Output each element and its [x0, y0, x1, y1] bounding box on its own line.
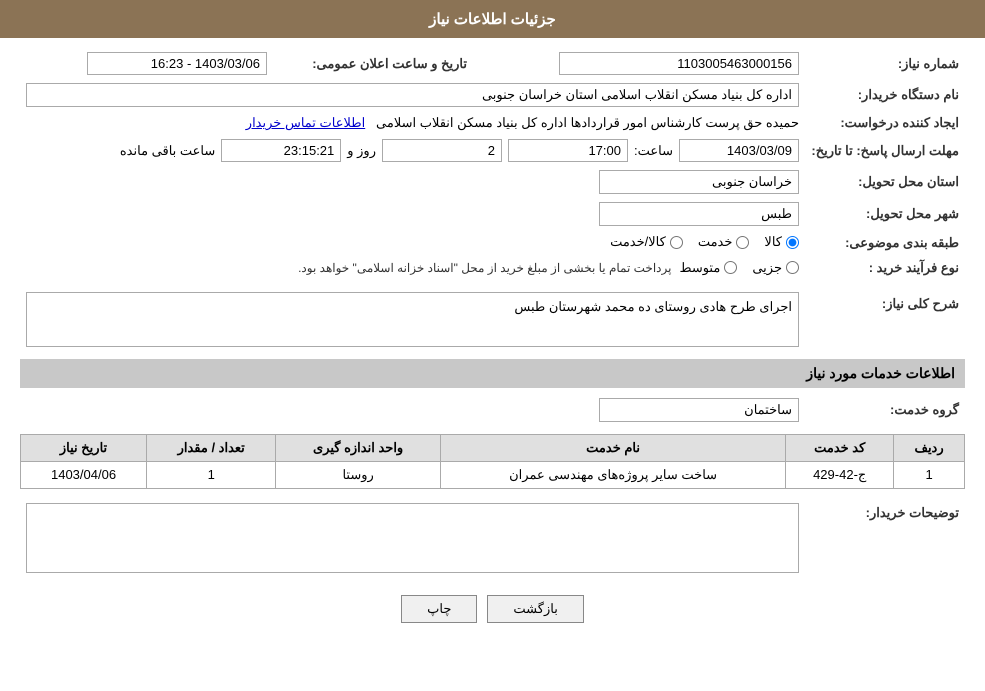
service-group-label: گروه خدمت: — [805, 394, 965, 426]
print-button[interactable]: چاپ — [401, 595, 477, 623]
buyer-org-label: نام دستگاه خریدار: — [805, 79, 965, 111]
need-number-value: 1103005463000156 — [473, 48, 805, 79]
purchase-type-row: جزیی متوسط پرداخت تمام یا بخشی از مبلغ خ… — [20, 256, 805, 280]
category-label-kala-khadamat: کالا/خدمت — [610, 234, 666, 250]
buyer-notes-input[interactable] — [26, 503, 799, 573]
city-label: شهر محل تحویل: — [805, 198, 965, 230]
purchase-label-jozee: جزیی — [752, 260, 782, 276]
province-value: خراسان جنوبی — [20, 166, 805, 198]
creator-label: ایجاد کننده درخواست: — [805, 111, 965, 135]
back-button[interactable]: بازگشت — [487, 595, 583, 623]
purchase-option-jozee: جزیی — [752, 260, 799, 276]
deadline-days: 2 — [382, 139, 502, 162]
service-group-value: ساختمان — [20, 394, 805, 426]
table-row: 1ج-42-429ساخت سایر پروژه‌های مهندسی عمرا… — [21, 461, 965, 488]
category-label-khadamat: خدمت — [698, 234, 733, 250]
buyer-org-value: اداره کل بنیاد مسکن انقلاب اسلامی استان … — [20, 79, 805, 111]
purchase-type-label: نوع فرآیند خرید : — [805, 256, 965, 280]
page-title: جزئیات اطلاعات نیاز — [429, 11, 556, 28]
deadline-row: 1403/03/09 ساعت: 17:00 2 روز و 23:15:21 … — [20, 135, 805, 166]
contact-link[interactable]: اطلاعات تماس خریدار — [246, 115, 365, 130]
city-input: طبس — [599, 202, 799, 226]
purchase-label-motavasset: متوسط — [679, 260, 720, 276]
need-number-input: 1103005463000156 — [559, 52, 799, 75]
services-section-header: اطلاعات خدمات مورد نیاز — [20, 359, 965, 388]
creator-text: حمیده حق پرست کارشناس امور قراردادها ادا… — [376, 115, 799, 130]
description-section-label: شرح کلی نیاز: — [805, 288, 965, 351]
category-radio-khadamat[interactable] — [736, 236, 749, 249]
service-group-table: گروه خدمت: ساختمان — [20, 394, 965, 426]
services-table: ردیف کد خدمت نام خدمت واحد اندازه گیری ت… — [20, 434, 965, 489]
purchase-radio-group: جزیی متوسط — [679, 260, 799, 276]
province-input: خراسان جنوبی — [599, 170, 799, 194]
col-unit: واحد اندازه گیری — [276, 434, 441, 461]
col-quantity: تعداد / مقدار — [147, 434, 276, 461]
description-table: شرح کلی نیاز: اجرای طرح هادی روستای ده م… — [20, 288, 965, 351]
city-value: طبس — [20, 198, 805, 230]
col-name: نام خدمت — [440, 434, 785, 461]
col-row: ردیف — [894, 434, 965, 461]
main-info-table: شماره نیاز: 1103005463000156 تاریخ و ساع… — [20, 48, 965, 280]
col-date: تاریخ نیاز — [21, 434, 147, 461]
deadline-time: 17:00 — [508, 139, 628, 162]
description-area: اجرای طرح هادی روستای ده محمد شهرستان طب… — [26, 292, 799, 347]
announcement-date-label: تاریخ و ساعت اعلان عمومی: — [273, 48, 473, 79]
deadline-date: 1403/03/09 — [679, 139, 799, 162]
category-option-kala: کالا — [764, 234, 799, 250]
page-wrapper: جزئیات اطلاعات نیاز شماره نیاز: 11030054… — [0, 0, 985, 691]
category-option-kala-khadamat: کالا/خدمت — [610, 234, 683, 250]
purchase-note: پرداخت تمام یا بخشی از مبلغ خرید از محل … — [298, 261, 671, 275]
category-radio-kala[interactable] — [786, 236, 799, 249]
purchase-option-motavasset: متوسط — [679, 260, 737, 276]
announcement-date-input: 1403/03/06 - 16:23 — [87, 52, 267, 75]
need-number-label: شماره نیاز: — [805, 48, 965, 79]
category-option-khadamat: خدمت — [698, 234, 750, 250]
purchase-radio-motavasset[interactable] — [724, 261, 737, 274]
description-value-cell: اجرای طرح هادی روستای ده محمد شهرستان طب… — [20, 288, 805, 351]
description-text: اجرای طرح هادی روستای ده محمد شهرستان طب… — [514, 299, 792, 314]
purchase-radio-jozee[interactable] — [786, 261, 799, 274]
col-code: کد خدمت — [786, 434, 894, 461]
remaining-label: ساعت باقی مانده — [120, 143, 215, 159]
deadline-time-label: ساعت: — [634, 143, 673, 159]
announcement-date-value: 1403/03/06 - 16:23 — [20, 48, 273, 79]
province-label: استان محل تحویل: — [805, 166, 965, 198]
category-label-kala: کالا — [764, 234, 782, 250]
category-options: کالا خدمت کالا/خدمت — [20, 230, 805, 256]
category-label: طبقه بندی موضوعی: — [805, 230, 965, 256]
deadline-days-label: روز و — [347, 143, 376, 159]
service-group-input: ساختمان — [599, 398, 799, 422]
content-area: شماره نیاز: 1103005463000156 تاریخ و ساع… — [0, 38, 985, 643]
page-header: جزئیات اطلاعات نیاز — [0, 0, 985, 38]
deadline-label: مهلت ارسال پاسخ: تا تاریخ: — [805, 135, 965, 166]
remaining-time: 23:15:21 — [221, 139, 341, 162]
buyer-notes-value-cell — [20, 499, 805, 580]
category-radio-kala-khadamat[interactable] — [670, 236, 683, 249]
buyer-org-input: اداره کل بنیاد مسکن انقلاب اسلامی استان … — [26, 83, 799, 107]
buyer-notes-table: توضیحات خریدار: — [20, 499, 965, 580]
category-radio-group: کالا خدمت کالا/خدمت — [610, 234, 799, 250]
buttons-row: بازگشت چاپ — [20, 595, 965, 623]
creator-value: حمیده حق پرست کارشناس امور قراردادها ادا… — [20, 111, 805, 135]
buyer-notes-label: توضیحات خریدار: — [805, 499, 965, 580]
